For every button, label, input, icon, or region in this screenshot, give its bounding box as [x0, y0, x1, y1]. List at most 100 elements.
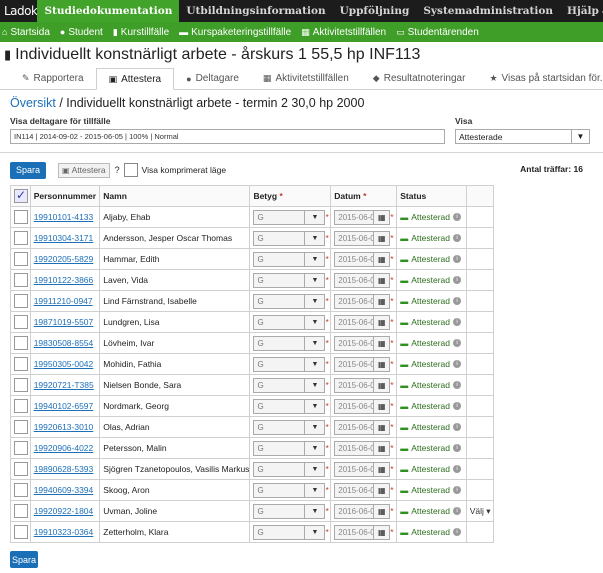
ladok-logo[interactable]: Ladok [0, 0, 38, 22]
attest-button[interactable]: ▣ Attestera [58, 162, 110, 178]
date-input[interactable]: 2015-06-05 [334, 356, 375, 372]
grade-select[interactable]: G ▼ [253, 398, 326, 414]
pnr-link[interactable]: 19920205-5829 [34, 254, 94, 264]
topnav-utbildningsinformation[interactable]: Utbildningsinformation [179, 0, 332, 22]
select-all-checkbox[interactable] [14, 188, 28, 203]
pnr-link[interactable]: 19910304-3171 [34, 233, 94, 243]
calendar-icon[interactable]: ▦ [374, 251, 391, 267]
info-icon[interactable]: i [453, 465, 462, 473]
row-checkbox[interactable] [14, 462, 28, 476]
pnr-link[interactable]: 19950305-0042 [34, 359, 94, 369]
row-checkbox[interactable] [14, 336, 28, 350]
pnr-link[interactable]: 19830508-8554 [34, 338, 94, 348]
info-icon[interactable]: i [453, 234, 462, 242]
calendar-icon[interactable]: ▦ [374, 524, 391, 540]
pnr-header[interactable]: Personnummer [29, 185, 101, 207]
calendar-icon[interactable]: ▦ [374, 356, 391, 372]
pnr-link[interactable]: 19871019-5507 [34, 317, 94, 327]
pnr-link[interactable]: 19890628-5393 [34, 464, 94, 474]
info-icon[interactable]: i [453, 381, 462, 389]
date-input[interactable]: 2016-06-05 [334, 503, 375, 519]
pnr-link[interactable]: 19920613-3010 [34, 422, 94, 432]
grade-select[interactable]: G ▼ [253, 314, 326, 330]
pnr-link[interactable]: 19940102-6597 [34, 401, 94, 411]
row-checkbox[interactable] [14, 273, 28, 287]
nav-item-3[interactable]: ▬ Kurspaketeringstillfälle [179, 27, 291, 38]
grade-select[interactable]: G ▼ [253, 272, 326, 288]
info-icon[interactable]: i [453, 213, 462, 221]
topnav-hjalp[interactable]: Hjälp ↗ [560, 0, 603, 22]
date-input[interactable]: 2015-06-05 [334, 335, 375, 351]
date-header[interactable]: Datum * [330, 185, 398, 207]
nav-item-5[interactable]: ▭ Studentärenden [396, 27, 479, 38]
name-header[interactable]: Namn [99, 185, 251, 207]
row-checkbox[interactable] [14, 210, 28, 224]
calendar-icon[interactable]: ▦ [374, 377, 391, 393]
calendar-icon[interactable]: ▦ [374, 293, 391, 309]
date-input[interactable]: 2015-06-05 [334, 230, 375, 246]
row-action-dropdown[interactable]: Välj ▾ [470, 506, 491, 516]
pnr-link[interactable]: 19910122-3866 [34, 275, 94, 285]
grade-select[interactable]: G ▼ [253, 230, 326, 246]
calendar-icon[interactable]: ▦ [374, 461, 391, 477]
row-checkbox[interactable] [14, 504, 28, 518]
grade-select[interactable]: G ▼ [253, 482, 326, 498]
info-icon[interactable]: i [453, 423, 462, 431]
calendar-icon[interactable]: ▦ [374, 440, 391, 456]
pnr-link[interactable]: 19920721-T385 [34, 380, 94, 390]
info-icon[interactable]: i [453, 276, 462, 284]
calendar-icon[interactable]: ▦ [374, 314, 391, 330]
grade-header[interactable]: Betyg * [249, 185, 332, 207]
grade-select[interactable]: G ▼ [253, 461, 326, 477]
info-icon[interactable]: i [453, 255, 462, 263]
date-input[interactable]: 2015-06-05 [334, 209, 375, 225]
nav-item-1[interactable]: ● Student [60, 27, 103, 38]
grade-select[interactable]: G ▼ [253, 440, 326, 456]
pnr-link[interactable]: 19940609-3394 [34, 485, 94, 495]
calendar-icon[interactable]: ▦ [374, 272, 391, 288]
save-button[interactable]: Spara [10, 161, 47, 179]
grade-select[interactable]: G ▼ [253, 293, 326, 309]
info-icon[interactable]: i [453, 528, 462, 536]
row-checkbox[interactable] [14, 252, 28, 266]
participants-filter-input[interactable]: IN114 | 2014-09-02 - 2015-06-05 | 100% |… [10, 129, 445, 144]
tab-3[interactable]: ▦ Aktivitetstillfällen [251, 68, 361, 89]
date-input[interactable]: 2015-06-05 [334, 293, 375, 309]
calendar-icon[interactable]: ▦ [374, 419, 391, 435]
info-icon[interactable]: i [453, 444, 462, 452]
status-header[interactable]: Status [396, 185, 467, 207]
row-checkbox[interactable] [14, 315, 28, 329]
grade-select[interactable]: G ▼ [253, 524, 326, 540]
topnav-studiedokumentation[interactable]: Studiedokumentation [37, 0, 180, 22]
calendar-icon[interactable]: ▦ [374, 209, 391, 225]
info-icon[interactable]: i [453, 339, 462, 347]
grade-select[interactable]: G ▼ [253, 209, 326, 225]
info-icon[interactable]: i [453, 318, 462, 326]
date-input[interactable]: 2015-06-05 [334, 440, 375, 456]
row-checkbox[interactable] [14, 399, 28, 413]
pnr-link[interactable]: 19910323-0364 [34, 527, 94, 537]
row-checkbox[interactable] [14, 483, 28, 497]
calendar-icon[interactable]: ▦ [374, 482, 391, 498]
show-filter-select[interactable]: Attesterade ▼ [455, 129, 590, 144]
date-input[interactable]: 2015-06-05 [334, 314, 375, 330]
nav-item-4[interactable]: ▦ Aktivitetstillfällen [301, 27, 386, 38]
row-checkbox[interactable] [14, 357, 28, 371]
tab-4[interactable]: ◆ Resultatnoteringar [361, 68, 478, 89]
grade-select[interactable]: G ▼ [253, 503, 326, 519]
pnr-link[interactable]: 19911210-0947 [34, 296, 93, 306]
info-icon[interactable]: i [453, 360, 462, 368]
row-checkbox[interactable] [14, 441, 28, 455]
calendar-icon[interactable]: ▦ [374, 335, 391, 351]
tab-1[interactable]: ▣ Attestera [95, 68, 175, 90]
breadcrumb-link-oversikt[interactable]: Översikt [10, 96, 56, 110]
date-input[interactable]: 2015-06-05 [334, 377, 375, 393]
tab-0[interactable]: ✎ Rapportera [10, 68, 96, 89]
calendar-icon[interactable]: ▦ [374, 503, 391, 519]
grade-select[interactable]: G ▼ [253, 251, 326, 267]
info-icon[interactable]: i [453, 297, 462, 305]
tab-5[interactable]: ★ Visas på startsidan för... [477, 68, 603, 89]
row-checkbox[interactable] [14, 378, 28, 392]
date-input[interactable]: 2015-06-05 [334, 482, 375, 498]
help-icon[interactable]: ? [115, 165, 120, 175]
